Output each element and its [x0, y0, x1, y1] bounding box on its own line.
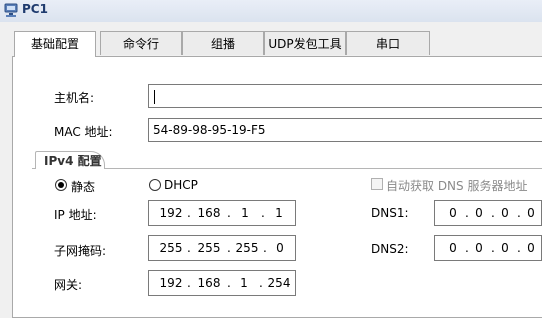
tab-udp-tool[interactable]: UDP发包工具 — [264, 31, 346, 55]
tab-basic-config[interactable]: 基础配置 — [14, 31, 96, 57]
gateway-label: 网关: — [54, 278, 83, 292]
pc-app-icon — [4, 3, 18, 17]
ip-octet: 168 — [197, 206, 221, 220]
gateway-octet: 254 — [267, 276, 291, 290]
octet-separator: . — [465, 206, 469, 220]
gateway-octet: 192 — [159, 276, 183, 290]
mac-label: MAC 地址: — [54, 125, 113, 139]
mask-octet: 0 — [276, 241, 284, 255]
static-label: 静态 — [71, 180, 96, 194]
dns2-octet: 0 — [527, 241, 535, 255]
dns2-octet: 0 — [475, 241, 483, 255]
octet-separator: . — [465, 241, 469, 255]
octet-separator: . — [187, 206, 191, 220]
title-bar: PC1 — [0, 0, 542, 22]
octet-separator: . — [187, 241, 191, 255]
ipv4-group-label: IPv4 配置 — [35, 151, 105, 169]
octet-separator: . — [187, 276, 191, 290]
subnet-mask-label: 子网掩码: — [54, 244, 107, 258]
dns1-octet: 0 — [501, 206, 509, 220]
dns1-octet: 0 — [449, 206, 457, 220]
mask-octet: 255 — [159, 241, 183, 255]
dns2-octet: 0 — [501, 241, 509, 255]
ip-label: IP 地址: — [54, 208, 97, 222]
ip-octet: 1 — [241, 206, 249, 220]
octet-separator: . — [261, 206, 265, 220]
gateway-octet: 1 — [240, 276, 248, 290]
tab-bar: 基础配置 命令行 组播 UDP发包工具 串口 — [0, 31, 542, 57]
octet-separator: . — [227, 206, 231, 220]
window-title: PC1 — [22, 2, 48, 16]
gateway-input[interactable]: 192 . 168 . 1 . 254 — [148, 270, 296, 296]
octet-separator: . — [259, 276, 263, 290]
octet-separator: . — [491, 206, 495, 220]
subnet-mask-input[interactable]: 255 . 255 . 255 . 0 — [148, 235, 296, 261]
ip-octet: 192 — [159, 206, 183, 220]
octet-separator: . — [517, 206, 521, 220]
octet-separator: . — [263, 241, 267, 255]
dns1-input[interactable]: 0 . 0 . 0 . 0 — [434, 200, 542, 226]
auto-dns-checkbox[interactable] — [371, 178, 383, 190]
tab-serial[interactable]: 串口 — [346, 31, 430, 55]
radio-selected-dot — [58, 182, 64, 188]
dhcp-radio[interactable] — [149, 179, 161, 191]
mac-value: 54-89-98-95-19-F5 — [153, 123, 266, 137]
octet-separator: . — [227, 276, 231, 290]
ip-octet: 1 — [275, 206, 283, 220]
dhcp-label: DHCP — [164, 178, 198, 192]
dns2-label: DNS2: — [371, 242, 409, 256]
hostname-label: 主机名: — [54, 91, 95, 105]
ip-address-input[interactable]: 192 . 168 . 1 . 1 — [148, 200, 296, 226]
mask-octet: 255 — [197, 241, 221, 255]
dns1-label: DNS1: — [371, 206, 409, 220]
dns2-octet: 0 — [449, 241, 457, 255]
mask-octet: 255 — [235, 241, 259, 255]
dns2-input[interactable]: 0 . 0 . 0 . 0 — [434, 235, 542, 261]
static-radio[interactable] — [55, 179, 67, 191]
octet-separator: . — [517, 241, 521, 255]
octet-separator: . — [227, 241, 231, 255]
octet-separator: . — [491, 241, 495, 255]
hostname-input[interactable] — [148, 84, 542, 108]
gateway-octet: 168 — [197, 276, 221, 290]
dns1-octet: 0 — [475, 206, 483, 220]
text-caret — [154, 89, 155, 104]
dns1-octet: 0 — [527, 206, 535, 220]
auto-dns-label: 自动获取 DNS 服务器地址 — [386, 179, 528, 193]
tab-multicast[interactable]: 组播 — [182, 31, 264, 55]
mac-field: 54-89-98-95-19-F5 — [148, 118, 542, 142]
tab-command-line[interactable]: 命令行 — [100, 31, 182, 55]
